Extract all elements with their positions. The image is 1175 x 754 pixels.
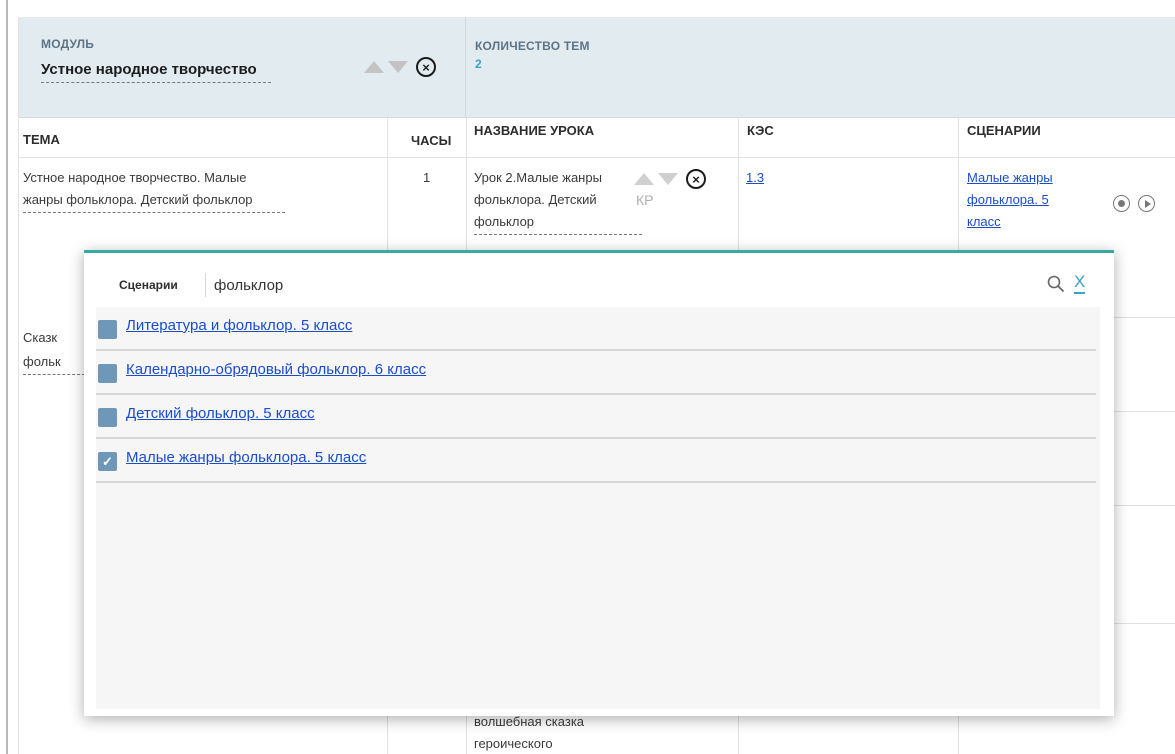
module-row: МОДУЛЬ Устное народное творчество × КОЛИ… — [19, 17, 1175, 118]
move-up-icon[interactable] — [364, 61, 384, 73]
remove-lesson-icon[interactable]: × — [686, 169, 706, 189]
popup-search-bar: Сценарии X — [84, 253, 1114, 307]
scenario-link[interactable]: Календарно-обрядовый фольклор. 6 класс — [126, 361, 426, 378]
checkbox[interactable] — [98, 364, 117, 383]
search-input[interactable] — [214, 271, 1034, 299]
scenario-link[interactable]: Литература и фольклор. 5 класс — [126, 317, 352, 334]
row1-scenario-actions — [1113, 195, 1155, 212]
row1-kes-link[interactable]: 1.3 — [746, 167, 764, 189]
list-item[interactable]: Детский фольклор. 5 класс — [96, 395, 1096, 439]
header-scenarios: СЦЕНАРИИ — [967, 123, 1041, 138]
scenario-search-popup: Сценарии X Литература и фольклор. 5 клас… — [84, 250, 1114, 716]
checkbox[interactable] — [98, 408, 117, 427]
row2-topic-partial-b[interactable]: фольк — [23, 351, 85, 375]
header-hours: ЧАСЫ — [411, 133, 452, 148]
list-item[interactable]: ✓ Малые жанры фольклора. 5 класс — [96, 439, 1096, 483]
checkbox[interactable] — [98, 320, 117, 339]
row1-lesson[interactable]: Урок 2.Малые жанры фольклора. Детский фо… — [474, 167, 642, 235]
module-cell: МОДУЛЬ Устное народное творчество × — [19, 17, 466, 118]
topic-count-value: 2 — [475, 57, 482, 71]
list-item[interactable]: Календарно-обрядовый фольклор. 6 класс — [96, 351, 1096, 395]
popup-divider — [205, 273, 206, 297]
header-lesson: НАЗВАНИЕ УРОКА — [474, 123, 595, 138]
row1-topic[interactable]: Устное народное творчество. Малые жанры … — [23, 167, 285, 213]
remove-module-icon[interactable]: × — [416, 57, 436, 77]
eye-icon[interactable] — [1113, 195, 1130, 212]
row2-topic-partial-a: Сказк — [23, 330, 58, 345]
kr-label: КР — [636, 192, 654, 208]
topic-count-caption: КОЛИЧЕСТВО ТЕМ — [475, 39, 590, 53]
popup-filter-tag[interactable]: Сценарии — [119, 278, 178, 292]
list-item[interactable]: Литература и фольклор. 5 класс — [96, 307, 1096, 351]
table-header-row: ТЕМА ЧАСЫ НАЗВАНИЕ УРОКА КЭС СЦЕНАРИИ — [19, 118, 1175, 158]
scenario-link[interactable]: Детский фольклор. 5 класс — [126, 405, 315, 422]
module-name[interactable]: Устное народное творчество — [41, 59, 271, 83]
row1-scenario-link[interactable]: Малые жанры фольклора. 5 класс — [967, 167, 1075, 233]
module-controls: × — [364, 57, 436, 77]
move-down-icon[interactable] — [388, 61, 408, 73]
move-up-icon[interactable] — [634, 173, 654, 185]
row1-hours: 1 — [423, 170, 431, 185]
header-kes: КЭС — [747, 123, 774, 138]
close-popup-button[interactable]: X — [1074, 273, 1086, 294]
play-icon[interactable] — [1138, 195, 1155, 212]
bottom-lesson-text: волшебная сказка героического — [474, 714, 585, 751]
scenario-link[interactable]: Малые жанры фольклора. 5 класс — [126, 449, 366, 466]
scenario-list: Литература и фольклор. 5 класс Календарн… — [96, 307, 1100, 709]
search-icon[interactable] — [1047, 275, 1065, 293]
module-caption: МОДУЛЬ — [41, 37, 95, 51]
checkbox-checked[interactable]: ✓ — [98, 452, 117, 471]
move-down-icon[interactable] — [658, 173, 678, 185]
header-topic: ТЕМА — [23, 132, 60, 147]
window-frame-edge — [6, 0, 8, 754]
row1-lesson-controls: × — [634, 169, 706, 189]
